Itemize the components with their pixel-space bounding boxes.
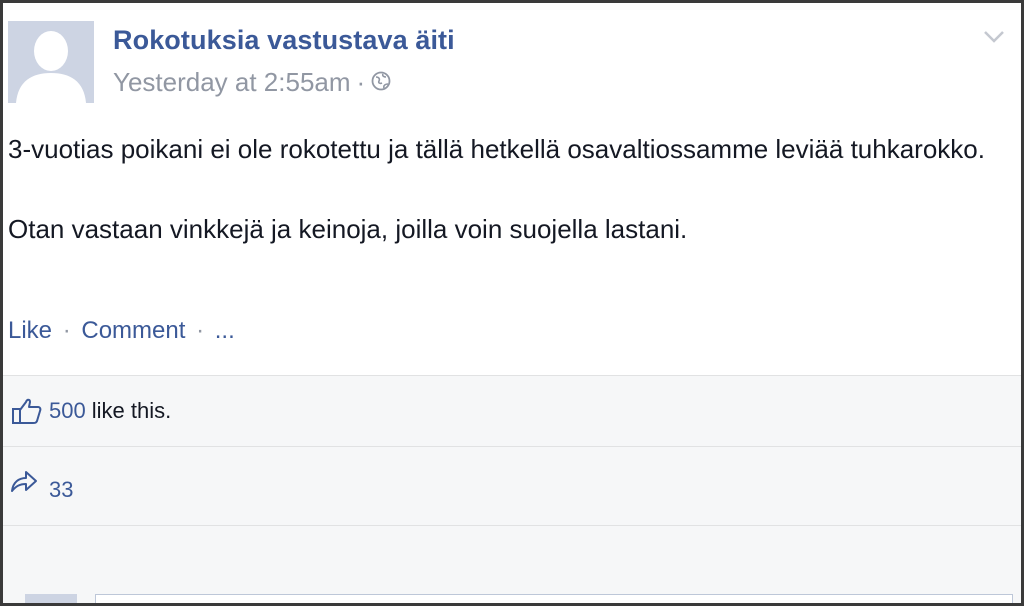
globe-icon[interactable]	[371, 67, 391, 98]
comment-link[interactable]: Comment	[81, 317, 185, 344]
post-meta: Yesterday at 2:55am ·	[113, 67, 391, 98]
like-link[interactable]: Like	[8, 317, 52, 344]
chevron-down-icon[interactable]	[983, 29, 1005, 45]
post-actions: Like · Comment · ...	[8, 317, 235, 345]
shares-summary: 33	[3, 447, 1021, 526]
action-separator: ·	[196, 317, 205, 344]
post-card: Rokotuksia vastustava äiti Yesterday at …	[0, 0, 1024, 606]
post-timestamp[interactable]: Yesterday at 2:55am	[113, 67, 351, 98]
likes-count[interactable]: 500	[49, 398, 86, 424]
thumbs-up-icon[interactable]	[11, 396, 43, 426]
comment-input[interactable]	[95, 594, 1013, 603]
action-separator: ·	[62, 317, 71, 344]
likes-summary: 500 like this.	[3, 376, 1021, 447]
likes-suffix: like this.	[91, 398, 172, 423]
post-paragraph: Otan vastaan vinkkejä ja keinoja, joilla…	[8, 214, 688, 244]
profile-avatar[interactable]	[8, 21, 94, 103]
more-options-link[interactable]: ...	[215, 317, 235, 344]
shares-count[interactable]: 33	[49, 477, 73, 503]
commenter-avatar	[25, 594, 77, 603]
post-paragraph: 3-vuotias poikani ei ole rokotettu ja tä…	[8, 134, 985, 164]
feedback-section: 500 like this. 33	[3, 375, 1021, 603]
meta-separator: ·	[356, 67, 366, 97]
share-arrow-icon[interactable]	[9, 467, 39, 495]
author-name[interactable]: Rokotuksia vastustava äiti	[113, 25, 455, 56]
post-body: 3-vuotias poikani ei ole rokotettu ja tä…	[8, 129, 1008, 249]
